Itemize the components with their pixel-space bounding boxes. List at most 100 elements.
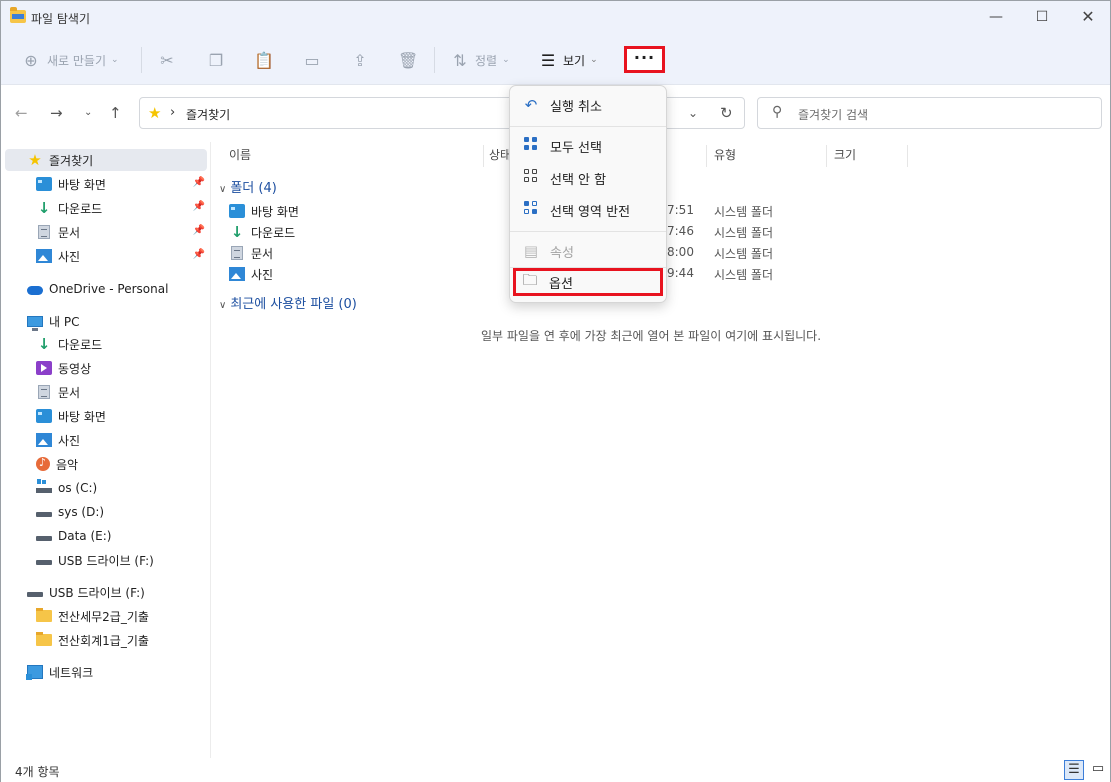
- sidebar-item-pc-documents[interactable]: 문서: [5, 381, 207, 403]
- clipboard-icon: 📋: [254, 50, 274, 70]
- chevron-down-icon: ⌄: [502, 55, 510, 65]
- toolbar-divider: [141, 47, 142, 73]
- column-divider[interactable]: [483, 145, 484, 167]
- sidebar-item-documents[interactable]: 문서 📌: [5, 221, 207, 243]
- sidebar-item-this-pc[interactable]: 내 PC: [5, 310, 207, 332]
- sidebar-item-music[interactable]: 음악: [5, 453, 207, 475]
- usb-drive-icon: [36, 560, 52, 565]
- group-header-recent[interactable]: ∨ 최근에 사용한 파일 (0): [219, 293, 357, 312]
- maximize-button[interactable]: ☐: [1019, 1, 1065, 33]
- menu-item-select-all[interactable]: 모두 선택: [514, 132, 662, 160]
- document-icon: [231, 246, 243, 260]
- sidebar-item-label: os (C:): [58, 481, 98, 495]
- sidebar-item-pictures[interactable]: 사진 📌: [5, 245, 207, 267]
- column-header-type[interactable]: 유형: [714, 145, 736, 167]
- breadcrumb-chevron-icon: ›: [170, 105, 176, 120]
- menu-item-select-none[interactable]: 선택 안 함: [514, 164, 662, 192]
- undo-icon: ↶: [524, 96, 538, 114]
- row-date: 9:44: [667, 266, 694, 280]
- minimize-button[interactable]: —: [973, 1, 1019, 33]
- sidebar-item-label: 즐겨찾기: [49, 153, 94, 168]
- tiles-view-icon[interactable]: ▭: [1088, 760, 1108, 780]
- row-name: 바탕 화면: [251, 205, 299, 219]
- invert-selection-icon: [521, 201, 541, 219]
- paste-button[interactable]: 📋: [254, 47, 274, 73]
- sidebar-item-network[interactable]: 네트워크: [5, 661, 207, 683]
- network-icon: [26, 665, 43, 680]
- column-divider[interactable]: [826, 145, 827, 167]
- view-button[interactable]: ☰ 보기 ⌄: [538, 47, 598, 73]
- sidebar-item-drive-e[interactable]: Data (E:): [5, 525, 207, 547]
- menu-item-label: 선택 안 함: [550, 172, 607, 188]
- sidebar-item-videos[interactable]: 동영상: [5, 357, 207, 379]
- column-header-name[interactable]: 이름: [229, 145, 251, 167]
- chevron-down-icon: ⌄: [590, 55, 598, 65]
- up-arrow-icon[interactable]: ↑: [109, 104, 122, 122]
- recent-locations-chevron-icon[interactable]: ⌄: [84, 107, 92, 118]
- share-button[interactable]: ⇪: [350, 47, 370, 73]
- refresh-icon[interactable]: ↻: [720, 104, 733, 122]
- sidebar-item-pc-pictures[interactable]: 사진: [5, 429, 207, 451]
- file-explorer-app-icon: [10, 7, 26, 23]
- search-icon: ⚲: [772, 104, 783, 120]
- sidebar-item-downloads[interactable]: ↓ 다운로드 📌: [5, 197, 207, 219]
- forward-arrow-icon[interactable]: →: [50, 104, 63, 122]
- sidebar-item-desktop[interactable]: 바탕 화면 📌: [5, 173, 207, 195]
- back-arrow-icon[interactable]: ←: [15, 104, 28, 122]
- sidebar-item-onedrive[interactable]: OneDrive - Personal: [5, 278, 207, 300]
- group-header-folders[interactable]: ∨ 폴더 (4): [219, 177, 277, 196]
- breadcrumb-path[interactable]: 즐겨찾기: [186, 106, 230, 123]
- see-more-button[interactable]: ···: [624, 46, 665, 73]
- menu-item-undo[interactable]: ↶ 실행 취소: [514, 91, 662, 119]
- sort-arrows-icon: ⇅: [453, 50, 467, 70]
- sidebar-item-pc-downloads[interactable]: ↓ 다운로드: [5, 333, 207, 355]
- sidebar-item-usb-drive[interactable]: USB 드라이브 (F:): [5, 581, 207, 603]
- row-type: 시스템 폴더: [714, 247, 774, 261]
- drive-icon: [36, 512, 52, 517]
- cut-button[interactable]: ✂: [157, 47, 177, 73]
- menu-item-label: 옵션: [549, 276, 573, 292]
- os-drive-icon: [36, 480, 52, 493]
- sidebar-item-favorites[interactable]: ★ 즐겨찾기: [5, 149, 207, 171]
- delete-button[interactable]: 🗑: [398, 47, 418, 73]
- sidebar-item-drive-f[interactable]: USB 드라이브 (F:): [5, 549, 207, 571]
- row-date: 7:51: [667, 203, 694, 217]
- navigation-pane: ★ 즐겨찾기 바탕 화면 📌 ↓ 다운로드 📌 문서 📌 사진 📌 OneDri…: [1, 142, 211, 758]
- properties-icon: ▤: [523, 242, 539, 260]
- row-name: 사진: [251, 268, 274, 282]
- search-box[interactable]: ⚲ 즐겨찾기 검색: [757, 97, 1102, 129]
- copy-button[interactable]: ❐: [206, 47, 226, 73]
- desktop-folder-icon: [229, 204, 245, 218]
- sidebar-item-pc-desktop[interactable]: 바탕 화면: [5, 405, 207, 427]
- sort-button[interactable]: ⇅ 정렬 ⌄: [450, 47, 510, 73]
- menu-item-properties[interactable]: ▤ 속성: [514, 237, 662, 265]
- column-divider[interactable]: [907, 145, 908, 167]
- status-bar: 4개 항목 ☰ ▭: [1, 758, 1110, 782]
- music-icon: [36, 456, 50, 471]
- column-header-size[interactable]: 크기: [834, 145, 856, 167]
- sidebar-item-drive-d[interactable]: sys (D:): [5, 501, 207, 523]
- sidebar-item-folder-accounting[interactable]: 전산회계1급_기출: [5, 629, 207, 651]
- row-name: 다운로드: [251, 226, 296, 240]
- copy-icon: ❐: [208, 50, 224, 70]
- sidebar-item-label: 문서: [58, 385, 81, 400]
- close-button[interactable]: ✕: [1065, 1, 1111, 33]
- pictures-icon: [36, 249, 52, 263]
- column-header-status[interactable]: 상태: [489, 145, 511, 167]
- folder-icon: [36, 632, 52, 646]
- sidebar-item-folder-tax[interactable]: 전산세무2급_기출: [5, 605, 207, 627]
- sidebar-item-drive-c[interactable]: os (C:): [5, 477, 207, 499]
- menu-divider: [510, 231, 666, 232]
- new-button-label: 새로 만들기: [47, 53, 107, 68]
- menu-item-options[interactable]: 🗀 옵션: [513, 268, 663, 296]
- sidebar-item-label: 전산세무2급_기출: [58, 609, 149, 624]
- view-button-label: 보기: [563, 53, 586, 68]
- new-button[interactable]: ⊕ 새로 만들기 ⌄: [21, 47, 118, 73]
- rename-button[interactable]: ▭: [302, 47, 322, 73]
- column-divider[interactable]: [706, 145, 707, 167]
- sort-button-label: 정렬: [475, 53, 498, 68]
- details-view-icon[interactable]: ☰: [1064, 760, 1084, 780]
- menu-item-invert-selection[interactable]: 선택 영역 반전: [514, 196, 662, 224]
- row-type: 시스템 폴더: [714, 226, 774, 240]
- address-dropdown-chevron-icon[interactable]: ⌄: [688, 106, 698, 120]
